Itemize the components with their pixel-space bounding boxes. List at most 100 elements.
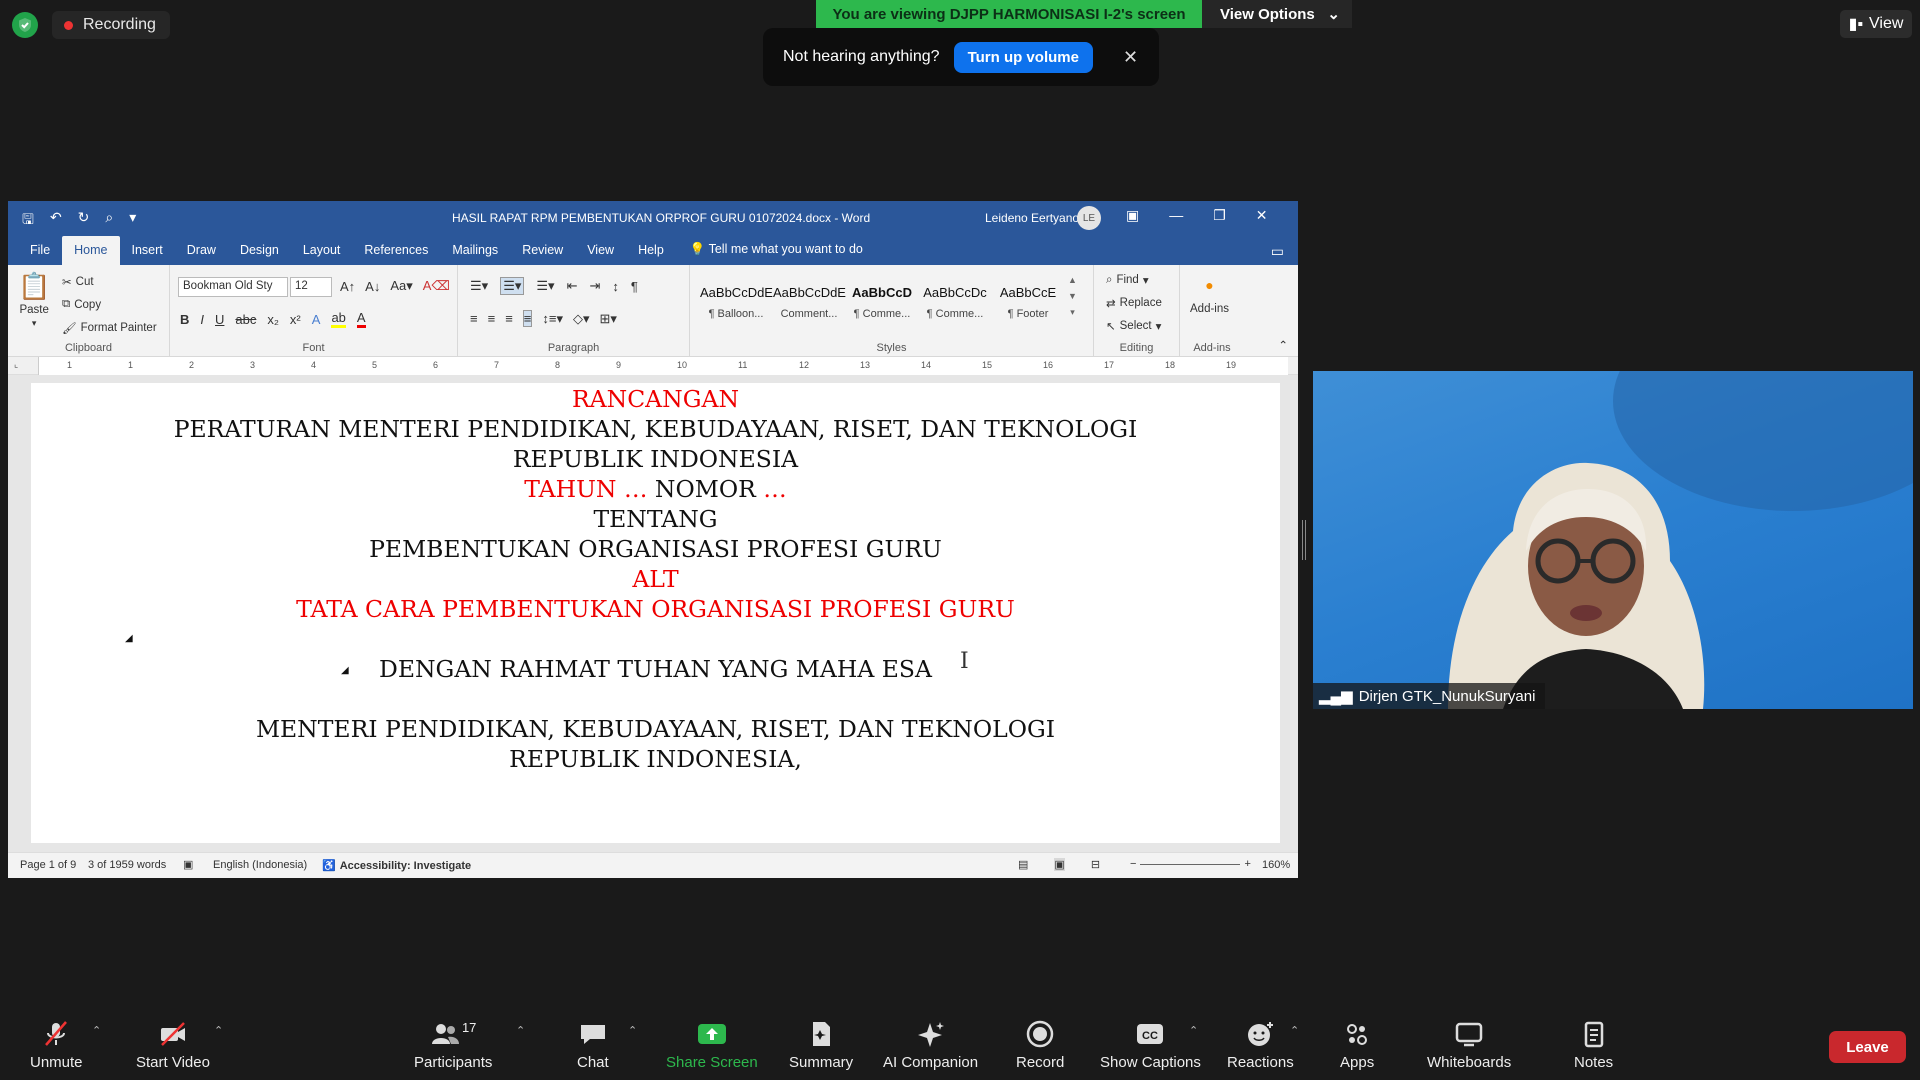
participants-button[interactable]: 17 Participants: [414, 1020, 492, 1071]
strikethrough-icon[interactable]: abc: [235, 312, 256, 327]
underline-icon[interactable]: U: [215, 312, 224, 327]
web-layout-icon[interactable]: ⊟: [1091, 858, 1100, 871]
justify-icon[interactable]: ≡: [522, 310, 533, 327]
paste-button[interactable]: 📋 Paste ▾: [18, 271, 50, 329]
bold-icon[interactable]: B: [180, 312, 189, 327]
notes-button[interactable]: Notes: [1574, 1020, 1613, 1071]
subscript-icon[interactable]: x₂: [267, 312, 279, 327]
font-name-box[interactable]: Bookman Old Sty: [178, 277, 288, 297]
tab-insert[interactable]: Insert: [120, 243, 175, 265]
multilevel-list-icon[interactable]: ☰▾: [536, 278, 554, 294]
audio-options-icon[interactable]: ⌃: [92, 1024, 101, 1037]
customize-toolbar-icon[interactable]: ▾: [129, 209, 136, 233]
save-icon[interactable]: 🖫: [22, 209, 34, 233]
collapse-heading-icon[interactable]: ◢: [125, 633, 133, 644]
tab-references[interactable]: References: [352, 243, 440, 265]
close-icon[interactable]: ✕: [1123, 47, 1138, 68]
text-effects-icon[interactable]: A: [312, 312, 321, 327]
styles-scroll[interactable]: ▲ ▼ ▾: [1068, 275, 1077, 318]
word-count[interactable]: 3 of 1959 words: [88, 859, 166, 871]
borders-icon[interactable]: ⊞▾: [600, 311, 617, 327]
view-options-button[interactable]: View Options ⌄: [1202, 0, 1352, 28]
chevron-down-icon[interactable]: ▼: [1068, 291, 1077, 301]
zoom-out-icon[interactable]: −: [1130, 858, 1136, 870]
change-case-icon[interactable]: Aa▾: [390, 278, 412, 294]
video-options-icon[interactable]: ⌃: [214, 1024, 223, 1037]
apps-button[interactable]: Apps: [1340, 1020, 1374, 1071]
chat-options-icon[interactable]: ⌃: [628, 1024, 637, 1037]
view-button[interactable]: ▮▪ View: [1840, 10, 1912, 38]
tab-home[interactable]: Home: [62, 236, 120, 265]
tab-draw[interactable]: Draw: [175, 243, 228, 265]
proofing-icon[interactable]: ▣: [183, 858, 193, 871]
decrease-indent-icon[interactable]: ⇤: [567, 278, 578, 294]
zoom-slider[interactable]: − +: [1130, 858, 1251, 870]
tab-review[interactable]: Review: [510, 243, 575, 265]
participants-options-icon[interactable]: ⌃: [516, 1024, 525, 1037]
horizontal-ruler[interactable]: ⌞ 1 1 2 3 4 5 6 7 8 9 10 11 12 13 14 15 16 17 18 19: [8, 357, 1298, 375]
share-screen-button[interactable]: Share Screen: [666, 1020, 758, 1071]
replace-button[interactable]: ⇄ Replace: [1106, 296, 1162, 310]
security-shield-icon[interactable]: [12, 12, 38, 38]
summary-button[interactable]: Summary: [789, 1020, 853, 1071]
find-button[interactable]: ⌕ Find ▾: [1106, 273, 1149, 288]
more-styles-icon[interactable]: ▾: [1070, 307, 1075, 318]
read-mode-icon[interactable]: ▤: [1018, 858, 1028, 871]
style-balloon[interactable]: AaBbCcDdE ¶ Balloon...: [700, 275, 773, 329]
search-icon[interactable]: ⌕: [105, 209, 113, 233]
collapse-ribbon-icon[interactable]: ⌃: [1278, 338, 1288, 352]
panel-splitter[interactable]: [1302, 520, 1306, 560]
leave-button[interactable]: Leave: [1829, 1031, 1906, 1063]
tab-mailings[interactable]: Mailings: [440, 243, 510, 265]
ai-companion-button[interactable]: AI Companion: [883, 1020, 978, 1071]
undo-icon[interactable]: ↶: [50, 209, 62, 233]
minimize-icon[interactable]: —: [1169, 207, 1183, 224]
tab-layout[interactable]: Layout: [291, 243, 353, 265]
tab-view[interactable]: View: [575, 243, 626, 265]
comments-icon[interactable]: ▭: [1271, 243, 1284, 260]
tab-help[interactable]: Help: [626, 243, 676, 265]
collapse-heading-icon[interactable]: ◢: [341, 665, 349, 676]
zoom-level[interactable]: 160%: [1262, 859, 1290, 871]
print-layout-icon[interactable]: ▣: [1054, 858, 1065, 871]
avatar[interactable]: LE: [1077, 206, 1101, 230]
sort-icon[interactable]: ↕: [612, 279, 619, 294]
format-painter-button[interactable]: 🖌 Format Painter: [62, 321, 157, 335]
copy-button[interactable]: ⧉ Copy: [62, 298, 101, 311]
tell-me-search[interactable]: 💡 Tell me what you want to do: [690, 242, 863, 265]
shrink-font-icon[interactable]: A↓: [365, 279, 380, 294]
italic-icon[interactable]: I: [200, 312, 204, 327]
recording-indicator[interactable]: Recording: [52, 11, 170, 39]
font-color-icon[interactable]: A: [356, 310, 366, 328]
accessibility-status[interactable]: ♿ Accessibility: Investigate: [322, 859, 471, 873]
clear-formatting-icon[interactable]: A⌫: [423, 278, 450, 294]
reactions-options-icon[interactable]: ⌃: [1290, 1024, 1299, 1037]
unmute-button[interactable]: Unmute: [30, 1020, 83, 1071]
style-comment-text[interactable]: AaBbCcDc ¶ Comme...: [919, 275, 991, 329]
restore-icon[interactable]: ❐: [1213, 207, 1226, 224]
line-spacing-icon[interactable]: ↕≡▾: [542, 311, 563, 327]
chat-button[interactable]: Chat: [577, 1020, 609, 1071]
align-left-icon[interactable]: ≡: [470, 311, 478, 326]
cut-button[interactable]: ✂ Cut: [62, 275, 94, 289]
numbering-icon[interactable]: ☰▾: [500, 277, 525, 295]
turn-up-volume-button[interactable]: Turn up volume: [953, 41, 1093, 73]
user-name[interactable]: Leideno Eertyano: [985, 211, 1079, 225]
captions-options-icon[interactable]: ⌃: [1189, 1024, 1198, 1037]
redo-icon[interactable]: ↻: [78, 209, 90, 233]
align-center-icon[interactable]: ≡: [488, 311, 496, 326]
chevron-up-icon[interactable]: ▲: [1068, 275, 1077, 285]
reactions-button[interactable]: Reactions: [1227, 1020, 1294, 1071]
participant-video[interactable]: ▂▄▆ Dirjen GTK_NunukSuryani: [1313, 371, 1913, 709]
superscript-icon[interactable]: x²: [290, 312, 301, 327]
highlight-icon[interactable]: ab: [331, 310, 346, 328]
style-comment[interactable]: AaBbCcDdE Comment...: [773, 275, 846, 329]
increase-indent-icon[interactable]: ⇥: [589, 278, 600, 294]
font-size-box[interactable]: 12: [290, 277, 332, 297]
whiteboards-button[interactable]: Whiteboards: [1427, 1020, 1511, 1071]
align-right-icon[interactable]: ≡: [505, 311, 513, 326]
ribbon-display-icon[interactable]: ▣: [1126, 207, 1139, 224]
document-page[interactable]: RANCANGAN PERATURAN MENTERI PENDIDIKAN, …: [31, 383, 1280, 843]
page-count[interactable]: Page 1 of 9: [20, 859, 76, 871]
tab-file[interactable]: File: [18, 243, 62, 265]
